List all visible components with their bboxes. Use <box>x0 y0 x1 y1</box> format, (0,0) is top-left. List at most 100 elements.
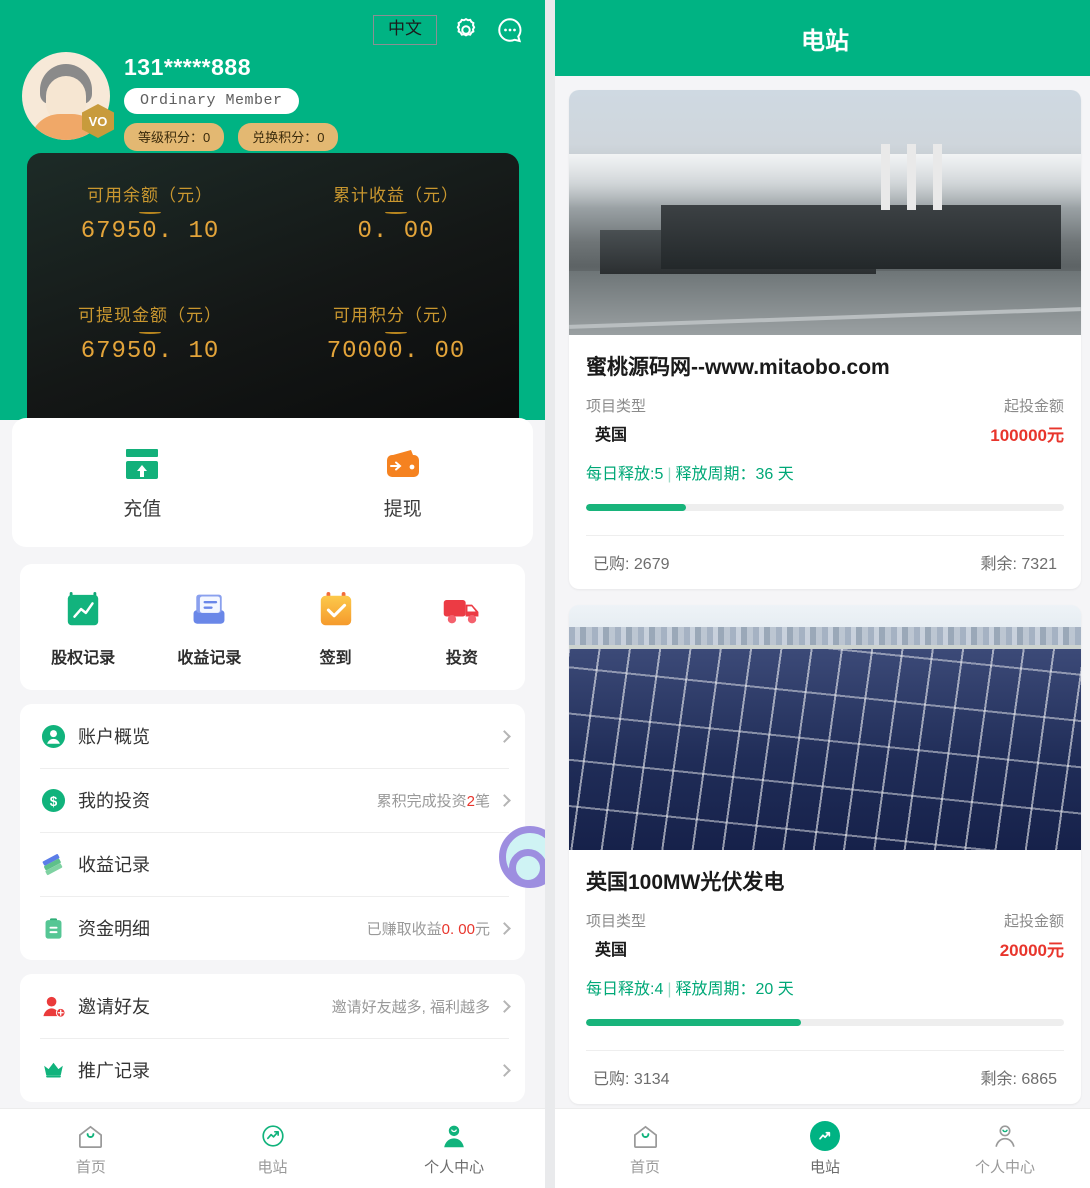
menu-item-my-investment[interactable]: $ 我的投资 累积完成投资2笔 <box>20 768 525 832</box>
cycle-days-value: 36 <box>755 466 774 483</box>
recharge-label: 充值 <box>123 499 162 520</box>
menu-item-funds-detail[interactable]: 资金明细 已赚取收益0. 00元 <box>20 896 525 960</box>
quick-action-checkin[interactable]: 签到 <box>273 588 399 668</box>
menu-item-label: 我的投资 <box>78 791 150 811</box>
menu-item-promotion-record[interactable]: 推广记录 <box>20 1038 525 1102</box>
bottom-tabbar-left: 首页 电站 个人中心 <box>0 1108 545 1188</box>
project-type-block: 项目类型 英国 <box>586 910 646 960</box>
project-type-value: 英国 <box>595 427 628 444</box>
power-station-icon <box>735 1120 915 1152</box>
project-meta: 项目类型 英国 起投金额 20000元 <box>586 910 1064 961</box>
menu-item-hint: 邀请好友越多, 福利越多 <box>331 998 490 1016</box>
points-pill-row: 等级积分：0 兑换积分：0 <box>124 123 339 151</box>
level-points-pill: 等级积分：0 <box>124 123 225 151</box>
checkin-calendar-icon <box>273 588 399 634</box>
project-type-label: 项目类型 <box>586 913 647 930</box>
chevron-right-icon <box>498 921 511 935</box>
tab-home[interactable]: 首页 <box>0 1120 182 1177</box>
progress-bar <box>586 504 1064 511</box>
progress-fill <box>586 504 687 511</box>
project-min-block: 起投金额 20000元 <box>1000 910 1064 961</box>
balance-label: 可用积分（元） <box>333 306 459 325</box>
menu-item-earnings-record[interactable]: 收益记录 <box>20 832 525 896</box>
power-station-screen: 电站 蜜桃源码网--www.mitaobo.com 项目类型 英国 起投金额 1… <box>555 0 1090 1188</box>
tab-label: 首页 <box>629 1159 660 1176</box>
quick-action-label: 签到 <box>319 650 352 667</box>
profile-text: 131*****888 Ordinary Member 等级积分：0 兑换积分：… <box>124 52 339 151</box>
project-body: 蜜桃源码网--www.mitaobo.com 项目类型 英国 起投金额 1000… <box>569 335 1081 589</box>
menu-list-primary: 账户概览 $ 我的投资 累积完成投资2笔 收益记录 资金明细 已赚取收益0. 0… <box>20 704 525 960</box>
menu-item-label: 邀请好友 <box>78 997 150 1017</box>
balance-label: 可提现金额（元） <box>78 306 222 325</box>
project-card[interactable]: 蜜桃源码网--www.mitaobo.com 项目类型 英国 起投金额 1000… <box>569 90 1081 589</box>
exchange-points-pill: 兑换积分：0 <box>238 123 339 151</box>
quick-action-equity[interactable]: 股权记录 <box>20 588 146 668</box>
menu-item-label: 推广记录 <box>78 1061 150 1081</box>
release-info: 每日释放:4 | 释放周期：20 天 <box>586 981 794 998</box>
tab-label: 电站 <box>809 1159 840 1176</box>
project-type-label: 项目类型 <box>586 398 647 415</box>
language-button[interactable]: 中文 <box>373 15 437 45</box>
quick-action-label: 收益记录 <box>177 650 242 667</box>
header-toolbar: 中文 <box>0 0 545 48</box>
daily-release-value: 4 <box>654 981 664 998</box>
quick-action-label: 股权记录 <box>51 650 116 667</box>
tab-home[interactable]: 首页 <box>555 1120 735 1177</box>
chevron-right-icon <box>498 999 511 1013</box>
gear-icon[interactable] <box>451 15 481 45</box>
withdraw-button[interactable]: 提现 <box>273 444 534 521</box>
tab-profile[interactable]: 个人中心 <box>915 1120 1090 1177</box>
menu-item-hint: 累积完成投资2笔 <box>376 792 490 810</box>
balance-cell-points: 可用积分（元） 70000. 00 <box>273 301 519 421</box>
remaining-count: 剩余: 7321 <box>980 556 1058 573</box>
tab-label: 电站 <box>257 1159 288 1176</box>
power-plant-photo <box>569 90 1081 335</box>
project-footer: 已购: 2679 剩余: 7321 <box>586 535 1064 589</box>
min-amount-value: 100000元 <box>990 426 1064 445</box>
earnings-bills-icon <box>40 851 66 877</box>
chat-dots-icon[interactable] <box>495 15 525 45</box>
balance-label: 可用余额（元） <box>87 186 213 205</box>
balance-cell-withdrawable: 可提现金额（元） 67950. 10 <box>27 301 273 421</box>
menu-item-invite-friends[interactable]: 邀请好友 邀请好友越多, 福利越多 <box>20 974 525 1038</box>
min-amount-label: 起投金额 <box>1003 398 1064 415</box>
member-level-pill: Ordinary Member <box>124 88 299 114</box>
balance-card: 可用余额（元） 67950. 10 累计收益（元） 0. 00 可提现金额（元）… <box>27 153 519 421</box>
balance-value: 67950. 10 <box>80 338 220 365</box>
project-title: 英国100MW光伏发电 <box>586 871 785 894</box>
menu-item-hint: 已赚取收益0. 00元 <box>366 920 490 938</box>
recharge-card-icon <box>12 444 273 486</box>
phone-number: 131*****888 <box>124 54 252 80</box>
divider <box>139 331 161 334</box>
bought-count: 已购: 3134 <box>593 1071 670 1088</box>
tab-power-station[interactable]: 电站 <box>182 1120 364 1177</box>
quick-action-label: 投资 <box>445 650 478 667</box>
min-amount-label: 起投金额 <box>1003 913 1064 930</box>
avatar[interactable]: VO <box>22 52 114 140</box>
menu-list-secondary: 邀请好友 邀请好友越多, 福利越多 推广记录 <box>20 974 525 1102</box>
chevron-right-icon <box>498 1063 511 1077</box>
bottom-tabbar-right: 首页 电站 个人中心 <box>555 1108 1090 1188</box>
project-type-value: 英国 <box>595 942 628 959</box>
tab-label: 首页 <box>75 1159 106 1176</box>
menu-item-label: 资金明细 <box>78 919 150 939</box>
daily-release-value: 5 <box>654 466 664 483</box>
min-amount-value: 20000元 <box>999 941 1064 960</box>
progress-bar <box>586 1019 1064 1026</box>
quick-action-invest[interactable]: 投资 <box>399 588 525 668</box>
project-title: 蜜桃源码网--www.mitaobo.com <box>586 356 890 379</box>
tab-label: 个人中心 <box>424 1159 485 1176</box>
profile-screen: 中文 VO 131*****888 Ordinary Member 等级积分：0… <box>0 0 545 1188</box>
app-stage: 中文 VO 131*****888 Ordinary Member 等级积分：0… <box>0 0 1090 1188</box>
home-icon <box>555 1120 735 1152</box>
tab-power-station[interactable]: 电站 <box>735 1120 915 1177</box>
tab-profile[interactable]: 个人中心 <box>363 1120 545 1177</box>
menu-item-account-overview[interactable]: 账户概览 <box>20 704 525 768</box>
recharge-button[interactable]: 充值 <box>12 444 273 521</box>
project-card[interactable]: 英国100MW光伏发电 项目类型 英国 起投金额 20000元 每日释放:4 | 释… <box>569 605 1081 1104</box>
home-icon <box>0 1120 182 1152</box>
quick-action-earnings[interactable]: 收益记录 <box>146 588 272 668</box>
cycle-days-value: 20 <box>755 981 774 998</box>
balance-cell-total-earnings: 累计收益（元） 0. 00 <box>273 181 519 301</box>
divider <box>385 331 407 334</box>
